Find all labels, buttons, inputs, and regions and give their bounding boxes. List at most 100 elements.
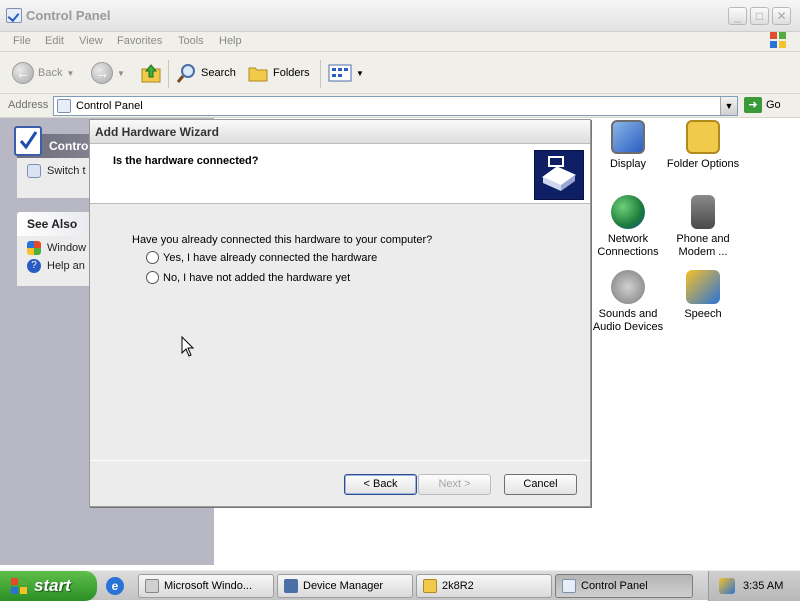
phone-modem-item[interactable]: Phone and Modem ... xyxy=(663,195,743,259)
go-button[interactable]: ➜ Go xyxy=(744,97,781,113)
toolbar: ← Back ▼ → ▼ Search Folders ▼ xyxy=(0,52,800,94)
windows-flag-icon xyxy=(768,30,788,50)
mouse-cursor-icon xyxy=(181,336,195,357)
up-folder-icon xyxy=(141,64,161,83)
menu-view[interactable]: View xyxy=(79,35,103,47)
task-label: Control Panel xyxy=(581,580,648,592)
help-support-label: Help an xyxy=(47,260,85,272)
menu-favorites[interactable]: Favorites xyxy=(117,35,162,47)
search-button[interactable]: Search xyxy=(175,60,236,86)
menu-bar: File Edit View Favorites Tools Help xyxy=(0,32,800,52)
start-label: start xyxy=(34,576,71,595)
folder-options-item[interactable]: Folder Options xyxy=(663,120,743,171)
menu-file[interactable]: File xyxy=(13,35,31,47)
dialog-titlebar[interactable]: Add Hardware Wizard xyxy=(90,120,590,144)
hardware-question: Have you already connected this hardware… xyxy=(132,234,433,246)
network-connections-label: Network Connections xyxy=(597,233,659,258)
windows-update-label: Window xyxy=(47,242,87,254)
display-item[interactable]: Display xyxy=(588,120,668,171)
dialog-divider xyxy=(90,460,590,461)
phone-modem-label: Phone and Modem ... xyxy=(676,233,730,258)
taskbar-item-2k8r2[interactable]: 2k8R2 xyxy=(416,574,552,598)
toolbar-separator xyxy=(168,60,169,88)
system-tray: 3:35 AM xyxy=(708,571,800,601)
control-panel-checklist-icon xyxy=(14,126,42,156)
no-radio[interactable] xyxy=(146,271,159,284)
folders-button[interactable]: Folders xyxy=(247,60,310,86)
forward-button[interactable]: → ▼ xyxy=(91,60,125,86)
folder-options-icon xyxy=(686,120,720,154)
views-dropdown-icon: ▼ xyxy=(356,68,364,78)
switch-view-label: Switch t xyxy=(47,165,86,177)
start-button[interactable]: start xyxy=(0,571,97,601)
switch-view-icon xyxy=(27,164,41,178)
internet-explorer-icon[interactable]: e xyxy=(106,577,124,595)
help-icon: ? xyxy=(27,259,41,273)
tray-icon[interactable] xyxy=(719,578,735,594)
clock[interactable]: 3:35 AM xyxy=(743,580,783,592)
menu-help[interactable]: Help xyxy=(219,35,242,47)
sounds-audio-item[interactable]: Sounds and Audio Devices xyxy=(588,270,668,334)
task-label: Microsoft Windo... xyxy=(164,580,253,592)
close-button[interactable]: ✕ xyxy=(772,7,791,25)
window-icon xyxy=(145,579,159,593)
speech-label: Speech xyxy=(684,308,722,320)
address-label: Address xyxy=(8,99,49,111)
cancel-button[interactable]: Cancel xyxy=(504,474,577,495)
display-icon xyxy=(611,120,645,154)
not-added-option[interactable]: No, I have not added the hardware yet xyxy=(146,271,350,284)
yes-option-label: Yes, I have already connected the hardwa… xyxy=(163,251,378,264)
forward-arrow-icon: → xyxy=(91,62,113,84)
folders-label: Folders xyxy=(273,67,310,79)
dialog-header: Is the hardware connected? xyxy=(90,144,590,204)
device-manager-icon xyxy=(284,579,298,593)
maximize-button[interactable]: □ xyxy=(750,7,769,25)
speaker-icon xyxy=(611,270,645,304)
folder-icon xyxy=(423,579,437,593)
go-label: Go xyxy=(766,99,781,111)
menu-edit[interactable]: Edit xyxy=(45,35,64,47)
taskbar: start e Microsoft Windo... Device Manage… xyxy=(0,570,800,601)
dialog-heading: Is the hardware connected? xyxy=(113,155,259,167)
yes-connected-option[interactable]: Yes, I have already connected the hardwa… xyxy=(146,251,377,264)
window-title: Control Panel xyxy=(26,8,111,23)
add-hardware-wizard-dialog: Add Hardware Wizard Is the hardware conn… xyxy=(89,119,591,507)
back-wizard-button[interactable]: < Back xyxy=(344,474,417,495)
back-arrow-icon: ← xyxy=(12,62,34,84)
menu-tools[interactable]: Tools xyxy=(178,35,204,47)
address-bar: Address Control Panel ▼ ➜ Go xyxy=(0,94,800,118)
network-connections-item[interactable]: Network Connections xyxy=(588,195,668,259)
network-globe-icon xyxy=(611,195,645,229)
views-button[interactable]: ▼ xyxy=(328,60,364,86)
taskbar-item-microsoft-windows[interactable]: Microsoft Windo... xyxy=(138,574,274,598)
toolbar-separator xyxy=(320,60,321,88)
search-label: Search xyxy=(201,67,236,79)
no-option-label: No, I have not added the hardware yet xyxy=(163,271,351,284)
window-titlebar[interactable]: Control Panel _ □ ✕ xyxy=(0,0,800,32)
folders-icon xyxy=(248,67,268,82)
back-dropdown-icon[interactable]: ▼ xyxy=(66,69,74,78)
windows-update-icon xyxy=(27,241,41,255)
display-label: Display xyxy=(609,158,647,170)
task-label: 2k8R2 xyxy=(442,580,474,592)
taskbar-item-control-panel[interactable]: Control Panel xyxy=(555,574,693,598)
speech-icon xyxy=(686,270,720,304)
up-folder-button[interactable] xyxy=(140,60,162,86)
task-label: Device Manager xyxy=(303,580,384,592)
yes-radio[interactable] xyxy=(146,251,159,264)
next-button[interactable]: Next > xyxy=(418,474,491,495)
address-input[interactable]: Control Panel ▼ xyxy=(53,96,738,116)
hardware-icon xyxy=(534,150,584,200)
taskbar-item-device-manager[interactable]: Device Manager xyxy=(277,574,413,598)
address-dropdown-icon[interactable]: ▼ xyxy=(720,97,737,115)
back-label: Back xyxy=(38,67,63,79)
control-panel-icon xyxy=(562,579,576,593)
speech-item[interactable]: Speech xyxy=(663,270,743,321)
back-button[interactable]: ← Back ▼ xyxy=(12,60,74,86)
minimize-button[interactable]: _ xyxy=(728,7,747,25)
sounds-audio-label: Sounds and Audio Devices xyxy=(592,308,664,333)
control-panel-icon xyxy=(6,8,22,23)
forward-dropdown-icon[interactable]: ▼ xyxy=(117,69,125,78)
folder-options-label: Folder Options xyxy=(666,158,740,170)
go-arrow-icon: ➜ xyxy=(744,97,762,113)
